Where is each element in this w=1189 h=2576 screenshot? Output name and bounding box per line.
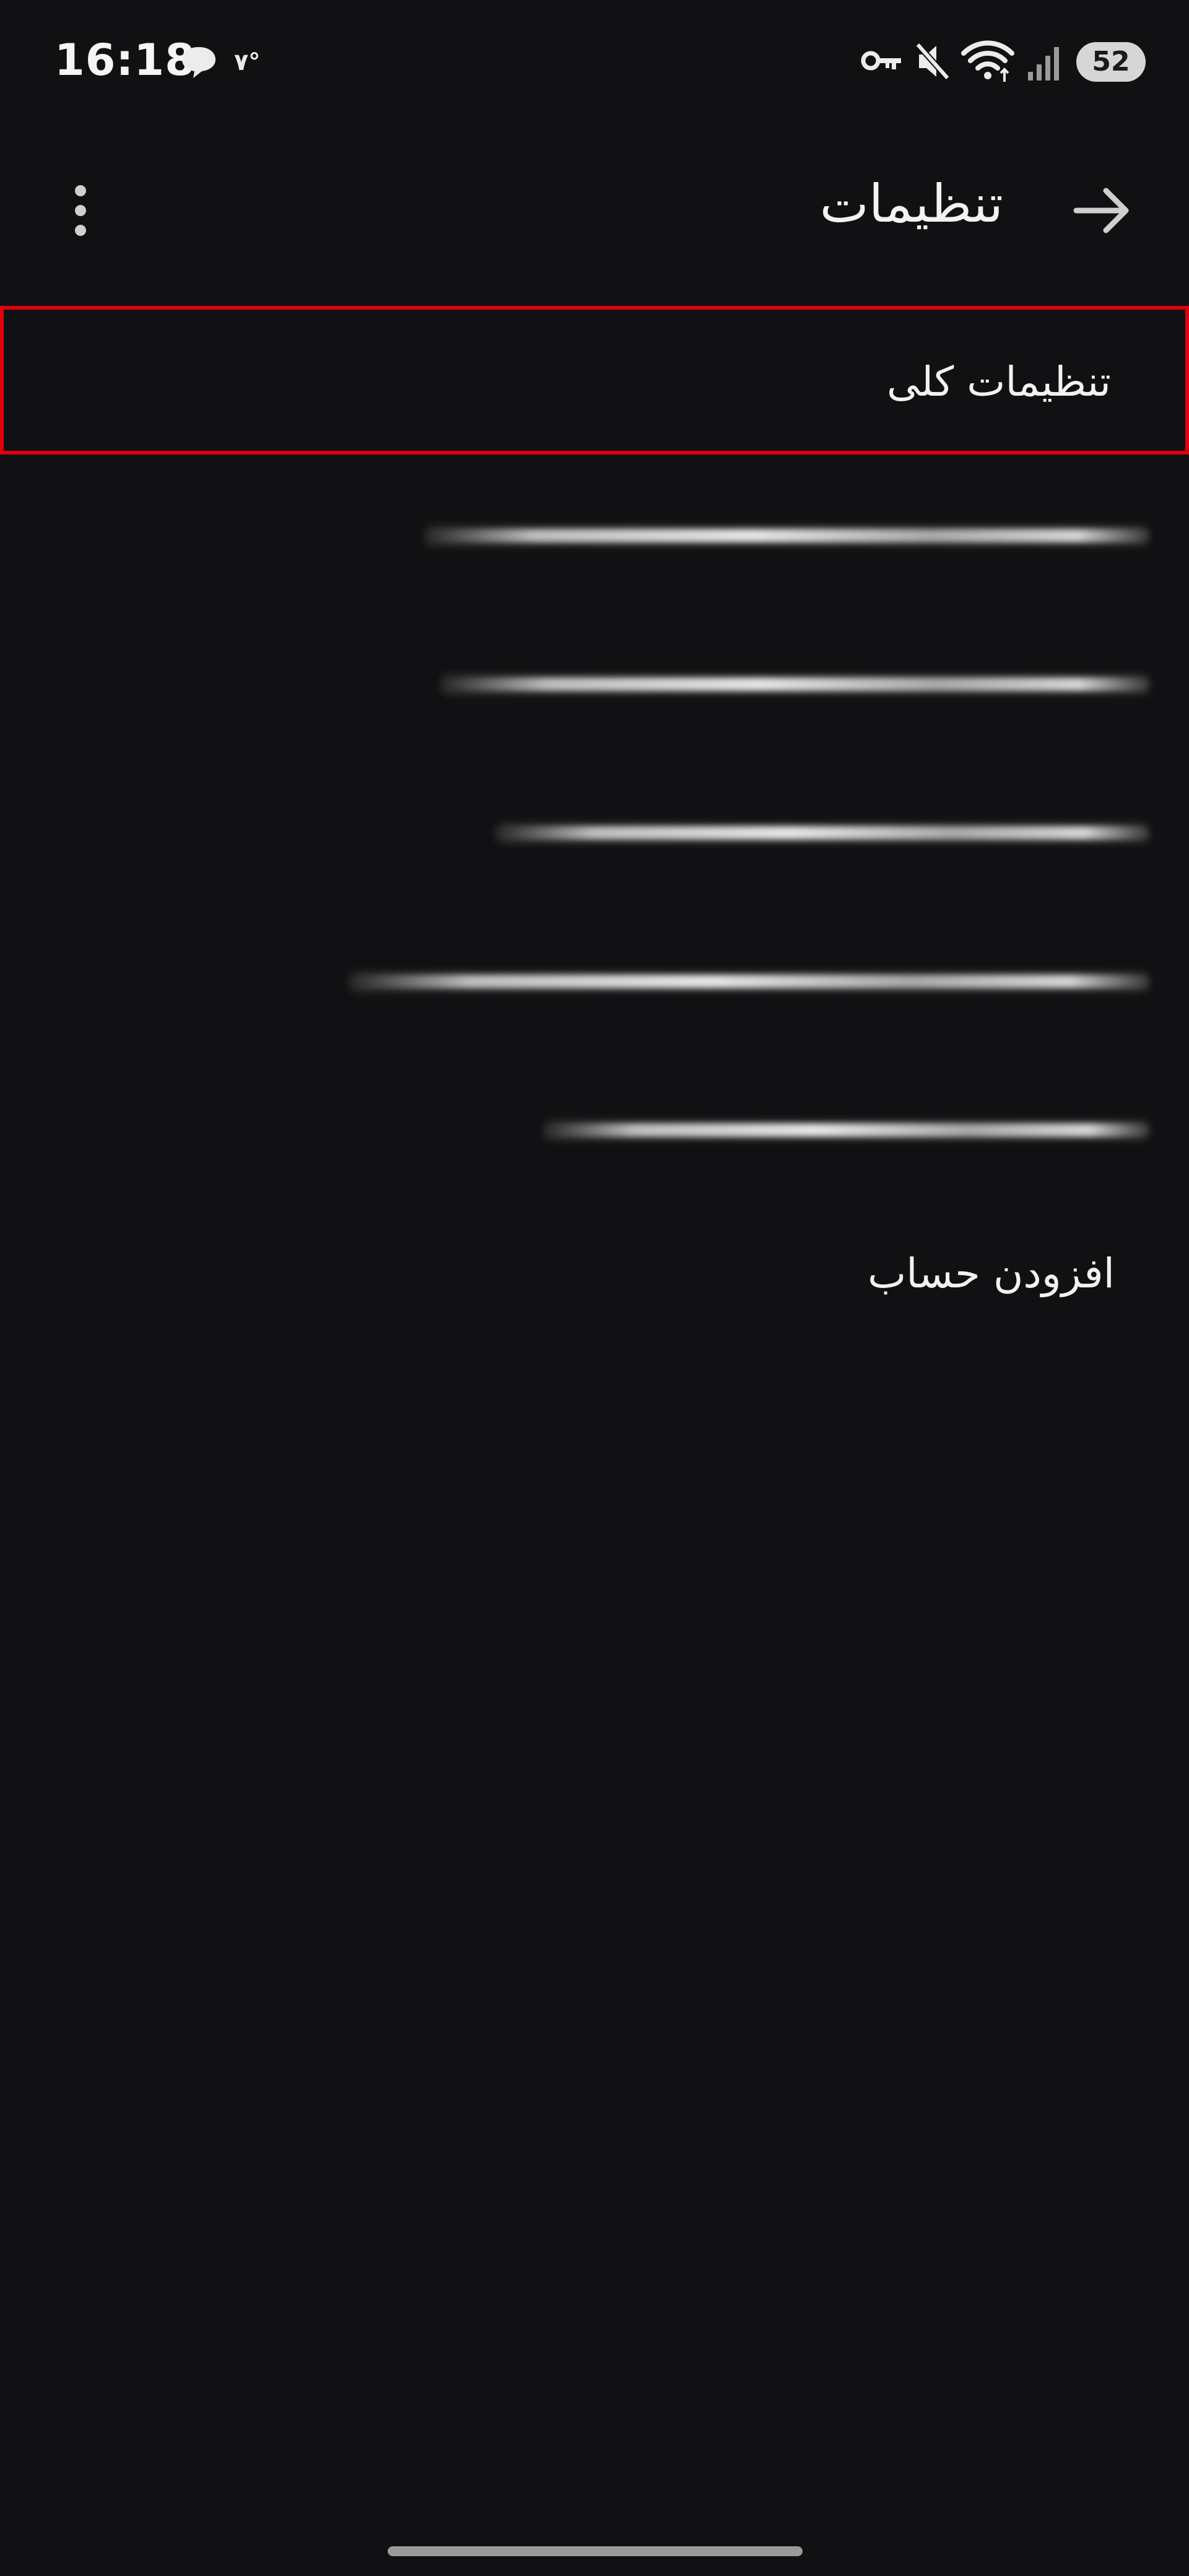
page-title: تنظیمات	[819, 173, 1003, 234]
more-options-button[interactable]	[56, 180, 105, 242]
signal-icon	[1028, 47, 1059, 80]
home-indicator[interactable]	[388, 2546, 803, 2556]
temperature-indicator: ۷°	[234, 48, 261, 76]
general-settings-label: تنظیمات کلی	[886, 358, 1111, 406]
key-icon	[861, 51, 901, 71]
add-account-label: افزودن حساب	[868, 1250, 1115, 1297]
blurred-account-item-2[interactable]	[441, 677, 1149, 691]
blurred-account-item-3[interactable]	[495, 826, 1149, 840]
arrow-right-icon	[1073, 188, 1129, 233]
chat-bubble-icon	[182, 47, 216, 78]
wifi-icon	[961, 40, 1014, 82]
mute-vibrate-icon	[915, 42, 950, 80]
blurred-account-item-5[interactable]	[544, 1123, 1149, 1137]
more-vertical-icon	[75, 185, 86, 236]
general-settings-item[interactable]: تنظیمات کلی	[0, 306, 1189, 455]
back-button[interactable]	[1065, 180, 1139, 242]
blurred-account-item-4[interactable]	[349, 975, 1149, 988]
status-time: 16:18	[54, 35, 196, 85]
blurred-account-item-1[interactable]	[425, 529, 1149, 542]
status-bar: 16:18 ۷° 52	[0, 0, 1189, 130]
battery-icon: 52	[1076, 42, 1146, 82]
add-account-item[interactable]: افزودن حساب	[0, 1226, 1189, 1325]
app-bar: تنظیمات	[0, 142, 1189, 272]
